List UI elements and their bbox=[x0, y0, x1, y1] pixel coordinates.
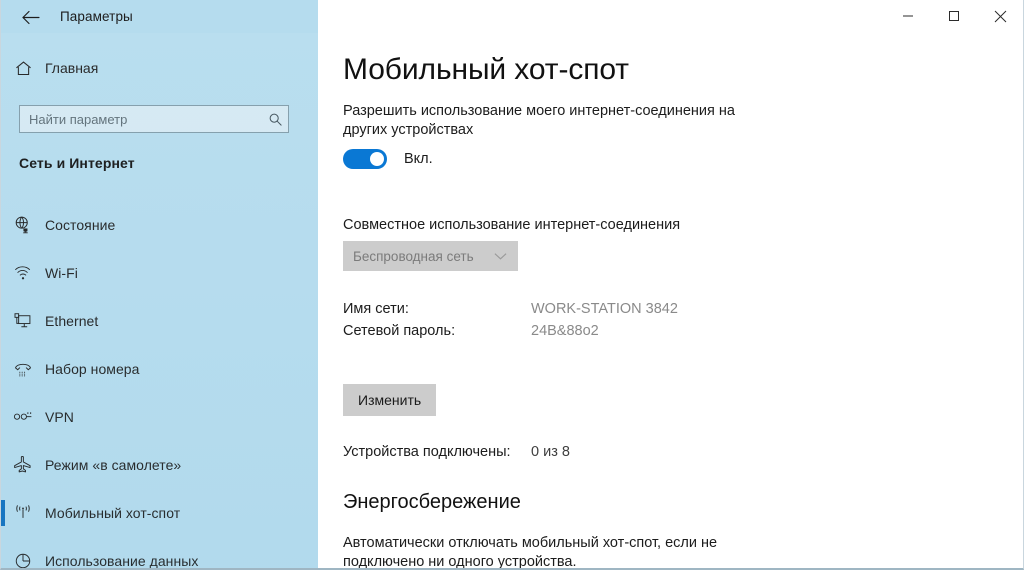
share-toggle-row: Вкл. bbox=[343, 149, 433, 169]
detail-row-network-password: Сетевой пароль: 24B&88o2 bbox=[343, 323, 773, 339]
main-content: Мобильный хот-спот Разрешить использован… bbox=[319, 33, 1023, 570]
home-icon bbox=[1, 59, 45, 78]
app-title: Параметры bbox=[60, 9, 133, 24]
sidebar-item-vpn-label: VPN bbox=[45, 409, 74, 425]
sidebar-item-mobile-hotspot[interactable]: Мобильный хот-спот bbox=[1, 489, 318, 537]
data-usage-icon bbox=[1, 551, 45, 568]
page-title: Мобильный хот-спот bbox=[343, 53, 629, 86]
search-input[interactable] bbox=[20, 106, 262, 132]
network-name-label: Имя сети: bbox=[343, 301, 409, 317]
connection-dropdown-value: Беспроводная сеть bbox=[353, 248, 474, 264]
sidebar-item-status[interactable]: Состояние bbox=[1, 201, 318, 249]
sidebar: Главная Сеть и Интернет bbox=[1, 0, 318, 569]
search-box[interactable] bbox=[19, 105, 289, 133]
vpn-icon bbox=[1, 408, 45, 426]
sidebar-item-airplane-mode-label: Режим «в самолете» bbox=[45, 457, 182, 473]
sidebar-item-wifi[interactable]: Wi-Fi bbox=[1, 249, 318, 297]
share-connection-label: Совместное использование интернет-соедин… bbox=[343, 217, 681, 233]
share-description: Разрешить использование моего интернет-с… bbox=[343, 103, 735, 138]
detail-row-network-name: Имя сети: WORK-STATION 3842 bbox=[343, 301, 773, 317]
network-details: Имя сети: WORK-STATION 3842 Сетевой паро… bbox=[343, 301, 773, 345]
sidebar-item-status-label: Состояние bbox=[45, 217, 116, 233]
selection-indicator bbox=[1, 500, 5, 526]
sidebar-item-data-usage-label: Использование данных bbox=[45, 553, 199, 569]
toggle-knob bbox=[370, 152, 384, 166]
maximize-button[interactable] bbox=[931, 0, 977, 32]
back-button[interactable] bbox=[9, 3, 51, 31]
devices-connected-label: Устройства подключены: bbox=[343, 444, 511, 460]
sidebar-item-home[interactable]: Главная bbox=[1, 51, 318, 85]
network-password-value: 24B&88o2 bbox=[531, 323, 599, 339]
share-toggle-state-label: Вкл. bbox=[404, 151, 433, 167]
close-button[interactable] bbox=[977, 0, 1023, 32]
globe-status-icon bbox=[1, 215, 45, 235]
sidebar-item-home-label: Главная bbox=[45, 60, 99, 76]
title-bar: Параметры bbox=[1, 0, 1023, 33]
hotspot-icon bbox=[1, 503, 45, 523]
sidebar-item-ethernet[interactable]: Ethernet bbox=[1, 297, 318, 345]
share-internet-toggle[interactable] bbox=[343, 149, 387, 169]
sidebar-item-dialup[interactable]: Набор номера bbox=[1, 345, 318, 393]
sidebar-item-airplane-mode[interactable]: Режим «в самолете» bbox=[1, 441, 318, 489]
sidebar-item-wifi-label: Wi-Fi bbox=[45, 265, 78, 281]
devices-connected-value: 0 из 8 bbox=[531, 444, 570, 460]
chevron-down-icon bbox=[494, 252, 518, 261]
search-icon[interactable] bbox=[262, 112, 288, 127]
settings-window: Главная Сеть и Интернет bbox=[0, 0, 1024, 570]
dialup-phone-icon bbox=[1, 359, 45, 379]
sidebar-item-vpn[interactable]: VPN bbox=[1, 393, 318, 441]
sidebar-item-dialup-label: Набор номера bbox=[45, 361, 140, 377]
change-button[interactable]: Изменить bbox=[343, 384, 437, 416]
power-saving-description: Автоматически отключать мобильный хот-сп… bbox=[343, 535, 718, 570]
network-name-value: WORK-STATION 3842 bbox=[531, 301, 678, 317]
wifi-icon bbox=[1, 264, 45, 282]
minimize-button[interactable] bbox=[885, 0, 931, 32]
sidebar-item-ethernet-label: Ethernet bbox=[45, 313, 99, 329]
power-saving-title: Энергосбережение bbox=[343, 491, 521, 513]
sidebar-item-data-usage[interactable]: Использование данных bbox=[1, 537, 318, 569]
sidebar-group-title: Сеть и Интернет bbox=[19, 155, 135, 171]
window-controls bbox=[885, 0, 1023, 32]
devices-connected-row: Устройства подключены: 0 из 8 bbox=[343, 444, 570, 460]
network-password-label: Сетевой пароль: bbox=[343, 323, 456, 339]
airplane-icon bbox=[1, 455, 45, 475]
connection-dropdown[interactable]: Беспроводная сеть bbox=[343, 241, 518, 271]
sidebar-nav-list: Состояние Wi-Fi Ethernet Набор номера VP… bbox=[1, 201, 318, 569]
sidebar-item-mobile-hotspot-label: Мобильный хот-спот bbox=[45, 505, 181, 521]
ethernet-icon bbox=[1, 311, 45, 331]
